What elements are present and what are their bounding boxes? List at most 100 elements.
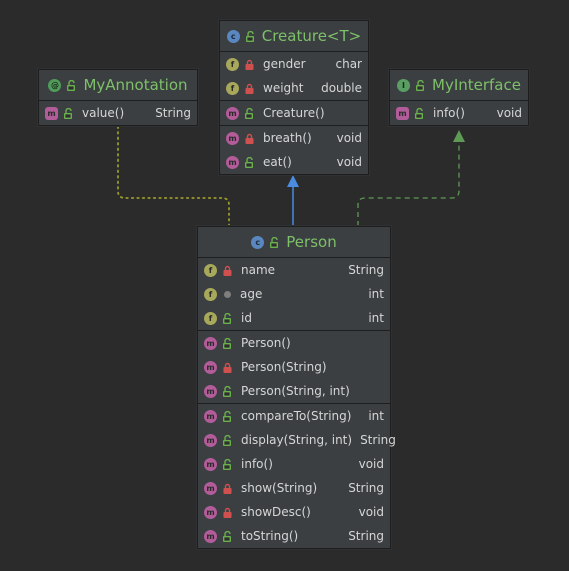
interface-icon: I (397, 78, 410, 92)
unlock-icon (244, 107, 255, 119)
lock-icon (244, 83, 255, 94)
constructor-row[interactable]: m Person(String, int) (198, 379, 390, 403)
implementation-line (357, 140, 460, 226)
method-row[interactable]: m show(String) String (198, 476, 390, 500)
method-name: eat() (263, 155, 292, 169)
unlock-icon (245, 30, 256, 42)
method-name: info() (433, 106, 465, 120)
method-icon: m (204, 505, 217, 519)
class-person[interactable]: c Person f name String f age int f id in… (197, 226, 396, 549)
method-row[interactable]: m value() String (39, 101, 197, 125)
field-row[interactable]: f name String (198, 258, 390, 282)
method-icon: m (204, 457, 217, 471)
field-icon: f (204, 263, 217, 277)
method-name: breath() (263, 131, 312, 145)
method-type: void (358, 457, 384, 471)
unlock-icon (415, 79, 426, 91)
lock-icon (244, 59, 255, 70)
annotation-myannotation[interactable]: @ MyAnnotation m value() String (38, 69, 198, 126)
method-icon: m (204, 529, 217, 543)
field-icon: f (204, 311, 217, 325)
field-type: int (368, 287, 384, 301)
field-row[interactable]: f id int (198, 306, 390, 330)
interface-myinterface[interactable]: I MyInterface m info() void (389, 69, 529, 126)
field-type: char (335, 57, 363, 71)
method-icon: m (204, 409, 217, 423)
field-name: gender (263, 57, 306, 71)
field-row[interactable]: f weight double (220, 76, 368, 100)
field-type: String (348, 263, 384, 277)
class-header: c Person (198, 227, 390, 258)
method-icon: m (204, 360, 217, 374)
implementation-arrowhead (453, 130, 465, 142)
field-name: name (241, 263, 276, 277)
unlock-icon (414, 107, 425, 119)
unlock-icon (222, 458, 233, 470)
unlock-icon (244, 156, 255, 168)
method-name: toString() (241, 529, 299, 543)
field-row[interactable]: f gender char (220, 52, 368, 76)
method-row[interactable]: m showDesc() void (198, 500, 390, 524)
method-row[interactable]: m info() void (390, 101, 528, 125)
annotation-icon: @ (48, 78, 62, 92)
method-row[interactable]: m breath() void (220, 125, 368, 150)
constructor-name: Person() (241, 336, 291, 350)
unlock-icon (222, 410, 233, 422)
constructor-row[interactable]: m Person() (198, 330, 390, 355)
annotation-title: MyAnnotation (83, 76, 188, 94)
method-name: showDesc() (241, 505, 311, 519)
method-row[interactable]: m toString() String (198, 524, 390, 548)
method-type: String (155, 106, 191, 120)
unlock-icon (222, 385, 233, 397)
field-name: id (241, 311, 252, 325)
method-name: display(String, int) (241, 433, 353, 447)
unlock-icon (66, 79, 77, 91)
class-creature[interactable]: c Creature<T> f gender char f weight dou… (219, 20, 369, 175)
method-type: String (348, 481, 384, 495)
field-icon: f (204, 287, 217, 301)
lock-icon (222, 483, 233, 494)
method-type: void (336, 155, 362, 169)
interface-header: I MyInterface (390, 70, 528, 101)
method-icon: m (204, 433, 217, 447)
method-icon: m (204, 384, 217, 398)
field-type: int (368, 311, 384, 325)
unlock-icon (222, 434, 233, 446)
interface-title: MyInterface (432, 76, 521, 94)
method-icon: m (204, 481, 217, 495)
method-row[interactable]: m display(String, int) String (198, 428, 396, 452)
constructor-name: Creature() (263, 106, 325, 120)
method-type: String (348, 529, 384, 543)
method-row[interactable]: m info() void (198, 452, 390, 476)
field-row[interactable]: f age int (198, 282, 390, 306)
method-icon: m (226, 131, 239, 145)
method-type: void (336, 131, 362, 145)
method-row[interactable]: m eat() void (220, 150, 368, 174)
class-title: Creature<T> (261, 27, 362, 45)
method-type: int (368, 409, 384, 423)
constructor-name: Person(String, int) (241, 384, 350, 398)
method-row[interactable]: m compareTo(String) int (198, 403, 390, 428)
field-type: double (321, 81, 362, 95)
abstract-method-icon: m (45, 106, 58, 120)
field-name: age (240, 287, 263, 301)
unlock-icon (222, 312, 233, 324)
field-name: weight (263, 81, 304, 95)
lock-icon (244, 133, 255, 144)
annotation-line (117, 125, 230, 227)
method-type: void (358, 505, 384, 519)
class-icon: c (226, 29, 240, 43)
constructor-row[interactable]: m Person(String) (198, 355, 390, 379)
field-icon: f (226, 81, 239, 95)
class-header: c Creature<T> (220, 21, 368, 52)
unlock-icon (63, 107, 74, 119)
method-name: show(String) (241, 481, 318, 495)
constructor-name: Person(String) (241, 360, 327, 374)
class-icon: c (251, 235, 265, 249)
constructor-row[interactable]: m Creature() (220, 100, 368, 125)
unlock-icon (269, 236, 280, 248)
method-type: void (496, 106, 522, 120)
abstract-method-icon: m (396, 106, 409, 120)
lock-icon (222, 265, 233, 276)
annotation-header: @ MyAnnotation (39, 70, 197, 101)
